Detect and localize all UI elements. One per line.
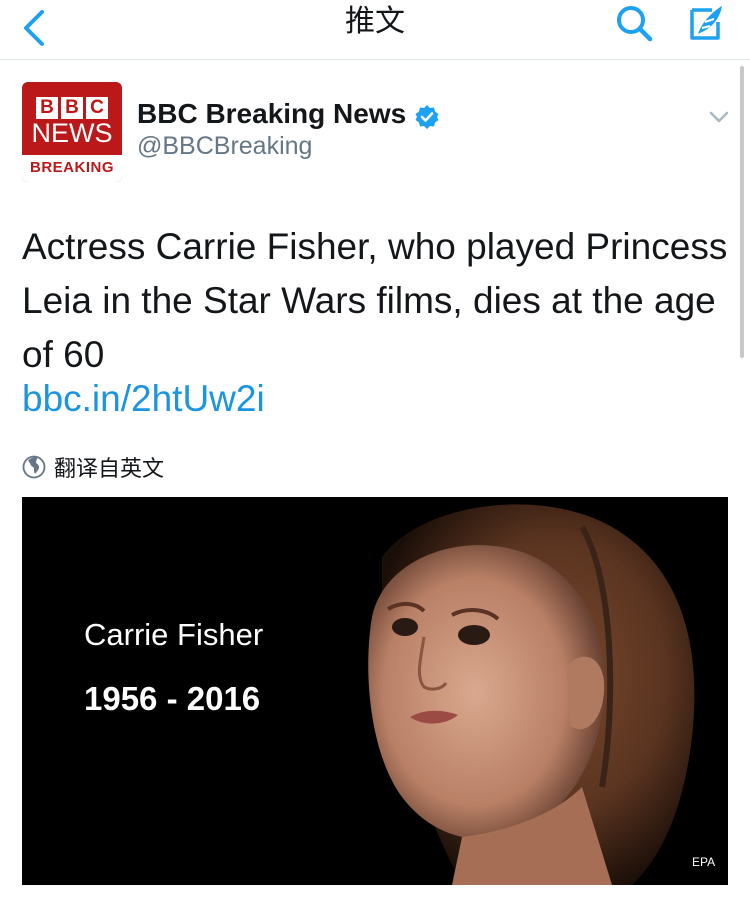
search-icon[interactable] [612,2,658,48]
image-caption-years: 1956 - 2016 [84,680,261,717]
tweet-link[interactable]: bbc.in/2htUw2i [22,378,265,420]
tweet: B B C NEWS BREAKING BBC Breaking News @B… [0,60,750,901]
portrait-photo [368,504,695,885]
bbc-logo: B B C [36,97,108,119]
verified-badge-icon [415,105,439,129]
image-credit: EPA [692,855,716,869]
avatar-news-text: NEWS [31,118,113,148]
bbc-letter: B [61,97,83,119]
avatar-breaking-text: BREAKING [29,159,114,176]
chevron-down-icon[interactable] [706,104,732,130]
translate-label: 翻译自英文 [54,457,165,482]
translate-button[interactable]: 翻译自英文 [22,452,164,482]
navigation-bar: 推文 [0,0,750,60]
avatar[interactable]: B B C NEWS BREAKING [22,82,122,182]
tweet-text: Actress Carrie Fisher, who played Prince… [22,226,728,375]
bbc-letter: C [86,97,108,119]
bbc-letter: B [36,97,58,119]
image-caption-name: Carrie Fisher [84,617,264,652]
author-handle[interactable]: @BBCBreaking [137,132,312,161]
globe-icon [22,455,46,479]
author-name[interactable]: BBC Breaking News [137,98,406,130]
tweet-media-image[interactable]: Carrie Fisher 1956 - 2016 EPA [22,497,728,885]
compose-icon[interactable] [678,0,728,50]
